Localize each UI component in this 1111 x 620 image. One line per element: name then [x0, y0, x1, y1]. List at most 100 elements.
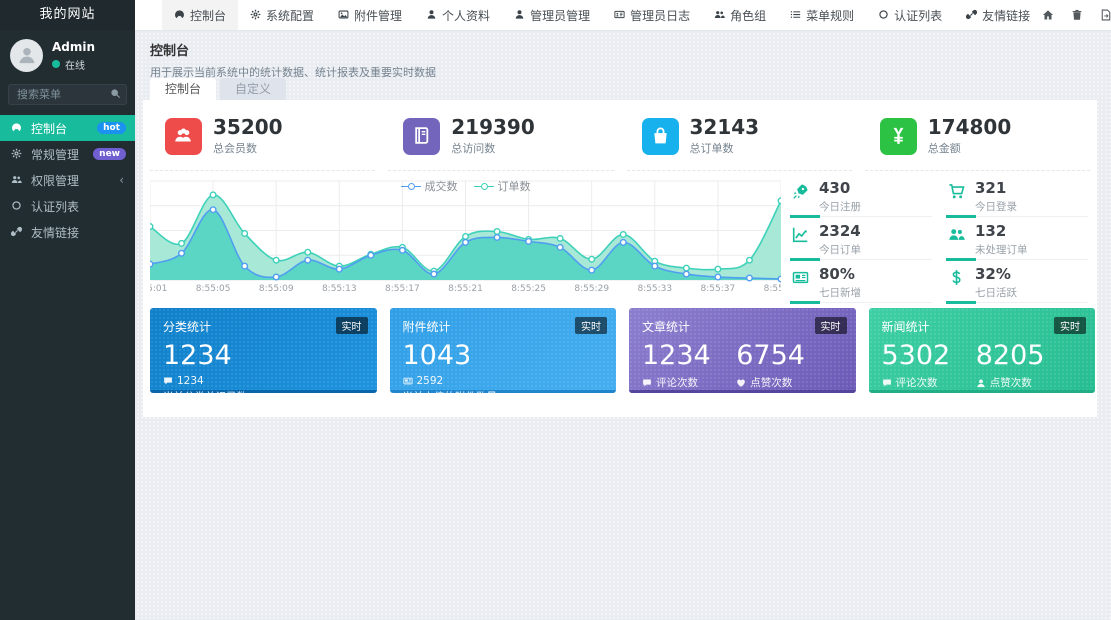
sidebar-badge: new — [93, 148, 126, 160]
nav-tab-1[interactable]: 系统配置 — [238, 0, 326, 30]
stat-tile-2: 32143 总订单数 — [627, 112, 852, 171]
card-value: 5302 — [882, 342, 976, 370]
stat-value: 32143 — [690, 116, 760, 138]
summary-cards: 分类统计实时12341234当前分类总记录数附件统计实时10432592当前上传… — [150, 308, 1095, 393]
content-tab-0[interactable]: 控制台 — [150, 78, 216, 100]
card-value: 1234 — [642, 342, 736, 370]
mini-stat-value: 2324 — [819, 223, 936, 240]
mini-stat-4: 80% 七日新增 — [790, 264, 936, 305]
gear-icon — [9, 148, 24, 160]
user-name: Admin — [52, 40, 95, 54]
heart-icon — [736, 378, 746, 390]
mini-stat-label: 七日活跃 — [975, 285, 1092, 300]
sidebar-item-3[interactable]: 认证列表 — [0, 193, 135, 219]
main-content: 控制台 用于展示当前系统中的统计数据、统计报表及重要实时数据 控制台自定义 35… — [135, 31, 1111, 620]
card-caption: 当前分类总记录数 — [163, 389, 364, 404]
mini-stat-0: 430今日注册 — [790, 178, 936, 219]
card-value: 6754 — [736, 342, 830, 370]
yen-icon — [889, 126, 908, 147]
stat-label: 总订单数 — [690, 140, 760, 156]
card-badge: 实时 — [575, 317, 607, 334]
orders-chart[interactable]: 成交数订单数 8:55:018:55:058:55:098:55:138:55:… — [150, 176, 781, 294]
mini-stat-label: 今日登录 — [975, 199, 1092, 214]
nav-tab-0[interactable]: 控制台 — [162, 0, 238, 30]
stat-value: 35200 — [213, 116, 283, 138]
trash-icon[interactable] — [1071, 9, 1083, 22]
sidebar: 我的网站 Admin 在线 控制台hot 常规管理 new 权限管理‹ 认证列表友情链接 — [0, 0, 135, 620]
mini-stat-value: 80% — [819, 266, 936, 283]
menu-search — [8, 84, 127, 105]
nav-tab-3[interactable]: 个人资料 — [414, 0, 502, 30]
nav-tab-label: 控制台 — [190, 7, 226, 24]
nav-tab-label: 系统配置 — [266, 7, 314, 24]
mini-stat-underline — [946, 216, 1088, 217]
sidebar-item-4[interactable]: 友情链接 — [0, 219, 135, 245]
nav-tab-2[interactable]: 附件管理 — [326, 0, 414, 30]
image-icon — [338, 9, 349, 21]
mini-stat-3: 132未处理订单 — [946, 221, 1092, 262]
legend-label: 成交数 — [425, 178, 458, 194]
avatar[interactable] — [10, 39, 43, 72]
svg-text:8:55:37: 8:55:37 — [701, 284, 736, 294]
chevron-left-icon: ‹ — [119, 173, 124, 187]
sidebar-item-2[interactable]: 权限管理‹ — [0, 167, 135, 193]
search-icon[interactable] — [110, 88, 121, 100]
newspaper-icon — [403, 376, 413, 388]
nav-tab-7[interactable]: 菜单规则 — [778, 0, 866, 30]
svg-text:8:55:09: 8:55:09 — [259, 284, 294, 294]
nav-tab-6[interactable]: 角色组 — [702, 0, 778, 30]
mini-stats: 430今日注册321今日登录2324今日订单132未处理订单80%七日新增32%… — [790, 178, 1092, 305]
navbar-tabs: 控制台 系统配置附件管理个人资料管理员管理管理员日志角色组菜单规则认证列表友情链接 — [162, 0, 1042, 30]
legend-item[interactable]: 成交数 — [401, 178, 458, 194]
card-title: 分类统计 — [163, 318, 364, 335]
sidebar-item-0[interactable]: 控制台hot — [0, 115, 135, 141]
stat-tile-0: 35200 总会员数 — [150, 112, 375, 171]
group-icon — [9, 174, 24, 186]
mini-stat-underline — [790, 216, 932, 217]
summary-card-0: 分类统计实时12341234当前分类总记录数 — [150, 308, 377, 393]
stat-label: 总会员数 — [213, 140, 283, 156]
nav-tab-8[interactable]: 认证列表 — [866, 0, 954, 30]
sidebar-item-label: 认证列表 — [31, 198, 79, 215]
nav-tab-9[interactable]: 友情链接 — [954, 0, 1042, 30]
card-value: 1043 — [403, 342, 497, 370]
summary-card-2: 文章统计实时1234评论次数6754点赞次数 — [629, 308, 856, 393]
mini-stat-1: 321 今日登录 — [946, 178, 1092, 219]
group-icon — [714, 9, 725, 21]
gear-icon — [250, 9, 261, 21]
mini-stat-value: 32% — [975, 266, 1092, 283]
dashboard-page: { "sidebar": { "title": "我的网站", "user": … — [0, 0, 1111, 620]
user-panel: Admin 在线 — [0, 30, 135, 80]
dashboard-icon — [9, 122, 24, 134]
card-subline: 评论次数 — [642, 375, 736, 390]
sidebar-item-1[interactable]: 常规管理 new — [0, 141, 135, 167]
user-icon — [426, 9, 437, 21]
card-subtext: 评论次数 — [896, 377, 938, 389]
mini-stat-value: 321 — [975, 180, 1092, 197]
card-subline: 1234 — [163, 375, 257, 387]
group-icon — [948, 226, 965, 245]
page-icon[interactable] — [1100, 9, 1111, 22]
mini-stat-label: 七日新增 — [819, 285, 936, 300]
home-icon[interactable] — [1042, 9, 1054, 22]
nav-tab-4[interactable]: 管理员管理 — [502, 0, 602, 30]
page-heading: 控制台 用于展示当前系统中的统计数据、统计报表及重要实时数据 — [150, 40, 436, 80]
svg-text:8:55:17: 8:55:17 — [385, 284, 420, 294]
cart-icon — [948, 183, 965, 202]
chart-legend: 成交数订单数 — [150, 178, 781, 194]
site-title: 我的网站 — [0, 0, 135, 30]
nav-tab-5[interactable]: 管理员日志 — [602, 0, 702, 30]
card-title: 文章统计 — [642, 318, 843, 335]
legend-item[interactable]: 订单数 — [474, 178, 531, 194]
card-title: 新闻统计 — [882, 318, 1083, 335]
card-subline: 评论次数 — [882, 375, 976, 390]
stat-icon-box — [403, 118, 440, 155]
person-icon — [976, 378, 986, 390]
sidebar-item-label: 常规管理 — [31, 146, 79, 163]
card-caption: 当前上传的附件数量 — [403, 389, 604, 404]
mini-stat-5: 32% 七日活跃 — [946, 264, 1092, 305]
card-subline: 点赞次数 — [976, 375, 1070, 390]
content-tab-1[interactable]: 自定义 — [220, 78, 286, 100]
dollar-icon — [948, 269, 965, 288]
comment-icon — [882, 378, 892, 390]
